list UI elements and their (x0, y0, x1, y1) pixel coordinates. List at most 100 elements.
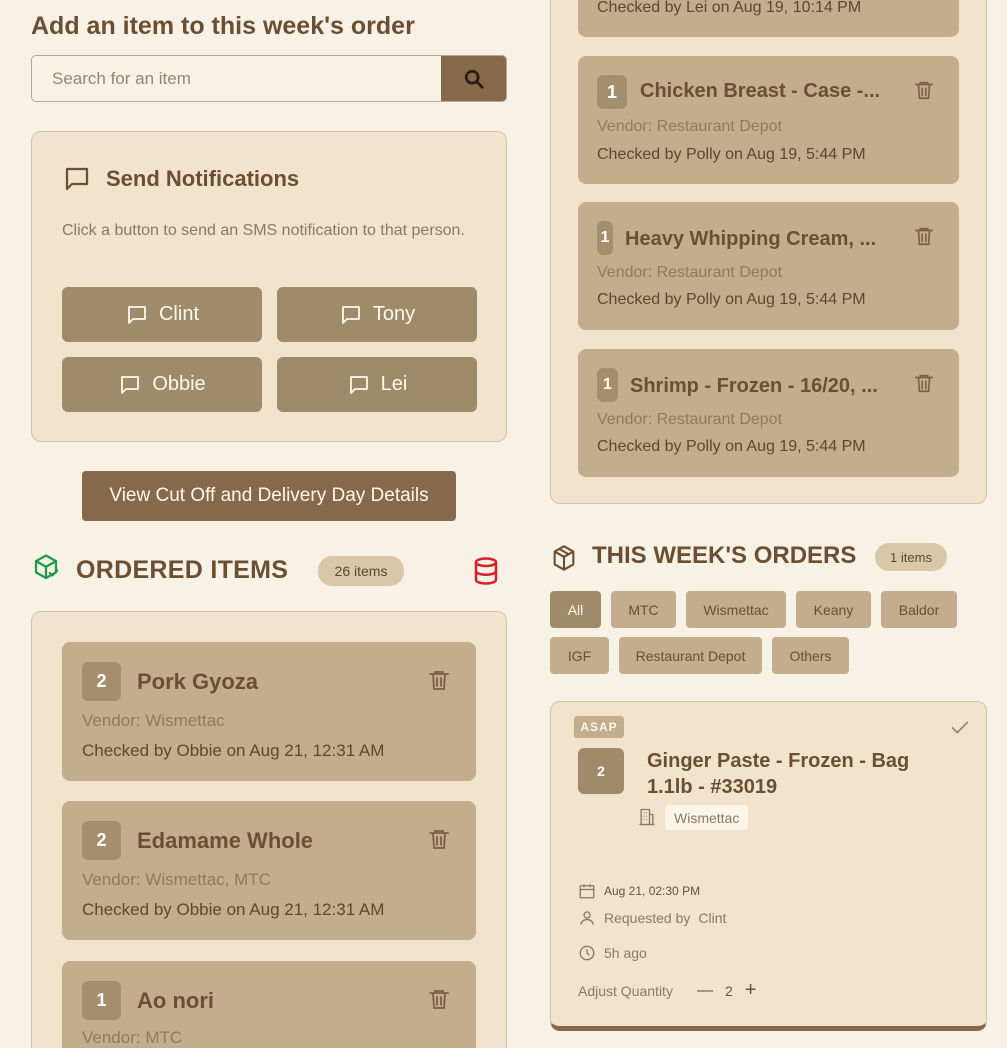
trash-icon[interactable] (427, 826, 451, 852)
notifications-card: Send Notifications Click a button to sen… (31, 131, 507, 442)
search-input[interactable] (32, 56, 441, 101)
item-name: Edamame Whole (137, 828, 314, 853)
message-icon (128, 305, 146, 324)
notify-button-label: Obbie (152, 373, 206, 395)
item-quantity: 1 (597, 221, 613, 255)
order-quantity: 2 (578, 748, 624, 794)
adjust-quantity-row: Adjust Quantity — 2 + (578, 979, 756, 1002)
notify-obbie-button[interactable]: Obbie (62, 357, 262, 412)
item-name: Chicken Breast - Case -... (640, 80, 881, 102)
filter-baldor[interactable]: Baldor (881, 591, 957, 628)
user-icon (580, 911, 594, 925)
item-quantity: 2 (82, 662, 121, 701)
notifications-title: Send Notifications (106, 166, 300, 191)
notify-clint-button[interactable]: Clint (62, 287, 262, 342)
order-item-name: Ginger Paste - Frozen - Bag 1.1lb - #330… (647, 750, 910, 798)
item-name: Heavy Whipping Cream, ... (625, 228, 877, 250)
search-bar (31, 55, 507, 102)
vendor-tag: Wismettac (665, 805, 749, 830)
item-quantity: 1 (597, 75, 627, 109)
trash-icon[interactable] (427, 667, 451, 693)
list-item: Checked by Lei on Aug 19, 10:14 PM (578, 0, 959, 37)
message-icon (341, 305, 360, 324)
filter-wismettac[interactable]: Wismettac (686, 591, 786, 628)
search-button[interactable] (441, 56, 506, 101)
decrease-quantity-button[interactable]: — (697, 982, 713, 1000)
notifications-header: Send Notifications (62, 164, 299, 194)
item-checked-by: Checked by Obbie on Aug 21, 12:31 AM (82, 741, 385, 760)
notify-button-label: Lei (380, 373, 408, 395)
item-quantity: 2 (82, 821, 121, 860)
order-date-row: Aug 21, 02:30 PM (578, 882, 700, 900)
filter-restaurant-depot[interactable]: Restaurant Depot (619, 637, 762, 674)
filter-all[interactable]: All (550, 591, 601, 628)
adjust-quantity-label: Adjust Quantity (578, 982, 673, 999)
list-item: 2 Edamame Whole Vendor: Wismettac, MTC C… (62, 801, 476, 940)
notify-lei-button[interactable]: Lei (277, 357, 477, 412)
package-check-icon (34, 554, 59, 580)
checkmark-icon[interactable] (949, 717, 971, 739)
priority-badge: ASAP (574, 716, 624, 738)
item-checked-by: Checked by Polly on Aug 19, 5:44 PM (597, 438, 866, 455)
add-item-title: Add an item to this week's order (31, 12, 415, 40)
week-orders-title: THIS WEEK'S ORDERS (592, 542, 857, 569)
item-vendor: Vendor: MTC (82, 1028, 183, 1047)
trash-icon[interactable] (913, 224, 935, 248)
requested-by-name: Clint (698, 910, 727, 926)
message-icon (121, 375, 140, 394)
list-item: 1 Shrimp - Frozen - 16/20, ... Vendor: R… (578, 349, 959, 477)
notify-button-label: Tony (372, 303, 416, 325)
requested-by-row: Requested by Clint (578, 909, 726, 927)
list-item: 1 Chicken Breast - Case -... Vendor: Res… (578, 56, 959, 184)
item-checked-by: Checked by Lei on Aug 19, 10:14 PM (597, 0, 862, 16)
clock-icon (579, 945, 595, 961)
adjust-quantity-value: 2 (724, 982, 733, 999)
filter-igf[interactable]: IGF (550, 637, 609, 674)
cutoff-delivery-details-button[interactable]: View Cut Off and Delivery Day Details (82, 471, 456, 521)
increase-quantity-button[interactable]: + (745, 979, 757, 1002)
calendar-icon (579, 884, 595, 899)
package-icon (553, 545, 575, 571)
filter-keany[interactable]: Keany (796, 591, 871, 628)
database-icon[interactable] (471, 556, 501, 586)
trash-icon[interactable] (913, 78, 935, 102)
trash-icon[interactable] (913, 371, 935, 395)
item-name: Shrimp - Frozen - 16/20, ... (630, 375, 878, 397)
ordered-items-title: ORDERED ITEMS (76, 556, 289, 584)
list-item: 1 Ao nori Vendor: MTC (62, 961, 476, 1048)
item-quantity: 1 (597, 368, 618, 402)
item-checked-by: Checked by Obbie on Aug 21, 12:31 AM (82, 900, 385, 919)
item-vendor: Vendor: Restaurant Depot (597, 264, 783, 281)
ordered-items-header: ORDERED ITEMS 26 items (31, 551, 507, 591)
item-vendor: Vendor: Restaurant Depot (597, 118, 783, 135)
filter-others[interactable]: Others (772, 637, 849, 674)
order-card: ASAP 2 Ginger Paste - Frozen - Bag 1.1lb… (550, 701, 987, 1031)
order-age-row: 5h ago (578, 944, 647, 962)
ordered-items-list: 2 Pork Gyoza Vendor: Wismettac Checked b… (31, 611, 507, 1048)
notify-tony-button[interactable]: Tony (277, 287, 477, 342)
requested-by-label: Requested by (604, 910, 691, 926)
message-icon (349, 375, 368, 394)
item-checked-by: Checked by Polly on Aug 19, 5:44 PM (597, 146, 866, 163)
checked-items-list: Checked by Lei on Aug 19, 10:14 PM 1 Chi… (550, 0, 987, 504)
week-orders-header: THIS WEEK'S ORDERS 1 items (550, 540, 987, 576)
item-checked-by: Checked by Polly on Aug 19, 5:44 PM (597, 291, 866, 308)
list-item: 2 Pork Gyoza Vendor: Wismettac Checked b… (62, 642, 476, 781)
ordered-items-count-badge: 26 items (318, 556, 404, 586)
item-vendor: Vendor: Wismettac (82, 711, 225, 730)
search-icon (464, 69, 484, 89)
notify-button-label: Clint (158, 303, 199, 325)
notifications-description: Click a button to send an SMS notificati… (62, 222, 465, 239)
item-vendor: Vendor: Wismettac, MTC (82, 870, 271, 889)
item-vendor: Vendor: Restaurant Depot (597, 411, 783, 428)
week-orders-count-badge: 1 items (875, 543, 947, 571)
trash-icon[interactable] (427, 986, 451, 1012)
order-age: 5h ago (604, 945, 647, 961)
item-name: Pork Gyoza (137, 669, 259, 694)
item-quantity: 1 (82, 981, 121, 1020)
item-name: Ao nori (137, 988, 214, 1013)
filter-mtc[interactable]: MTC (611, 591, 676, 628)
building-icon (639, 808, 655, 826)
message-icon (65, 167, 89, 191)
list-item: 1 Heavy Whipping Cream, ... Vendor: Rest… (578, 202, 959, 330)
